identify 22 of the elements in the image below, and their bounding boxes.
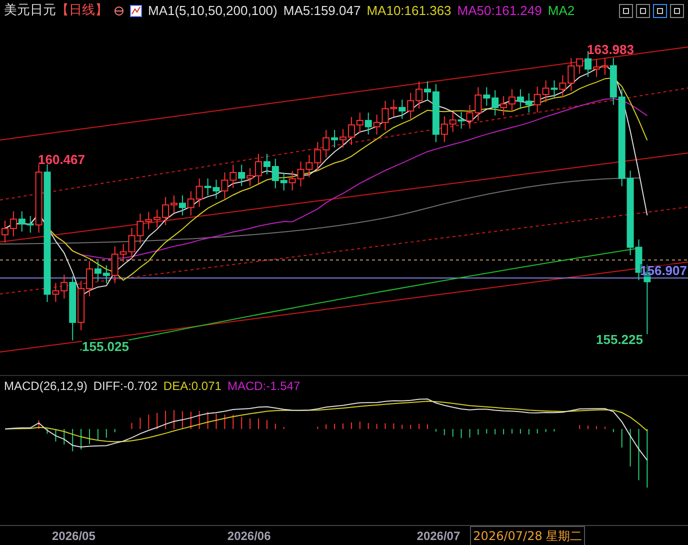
date-label: 2026/06 bbox=[227, 528, 271, 544]
price-label: 160.467 bbox=[38, 153, 85, 166]
ma-value: MA2 bbox=[548, 2, 575, 20]
price-label: 155.225 bbox=[596, 333, 643, 346]
period-label[interactable]: 【日线】 bbox=[56, 1, 108, 21]
macd-title: MACD(26,12,9) bbox=[4, 378, 88, 394]
macd-value: DIFF:-0.702 bbox=[93, 378, 158, 394]
date-label: 2026/05 bbox=[52, 528, 96, 544]
indicator-label: MA1(5,10,50,200,100) bbox=[148, 2, 278, 20]
ma-value: MA50:161.249 bbox=[457, 2, 542, 20]
symbol-title: 美元日元 bbox=[4, 2, 56, 20]
ma-value: MA10:161.363 bbox=[366, 2, 452, 20]
macd-value: MACD:-1.547 bbox=[227, 378, 300, 394]
price-label: 163.983 bbox=[587, 43, 634, 56]
ma-value: MA5:159.047 bbox=[283, 2, 361, 20]
price-label: 155.025 bbox=[82, 340, 129, 353]
date-label: 2026/07 bbox=[416, 528, 460, 544]
circle-minus-icon[interactable] bbox=[114, 6, 124, 16]
macd-value: DEA:0.071 bbox=[163, 378, 222, 394]
cursor-date: 2026/07/28 星期二 bbox=[470, 526, 586, 545]
line-chart-icon[interactable] bbox=[130, 5, 142, 17]
price-label: 156.907 bbox=[640, 264, 687, 277]
